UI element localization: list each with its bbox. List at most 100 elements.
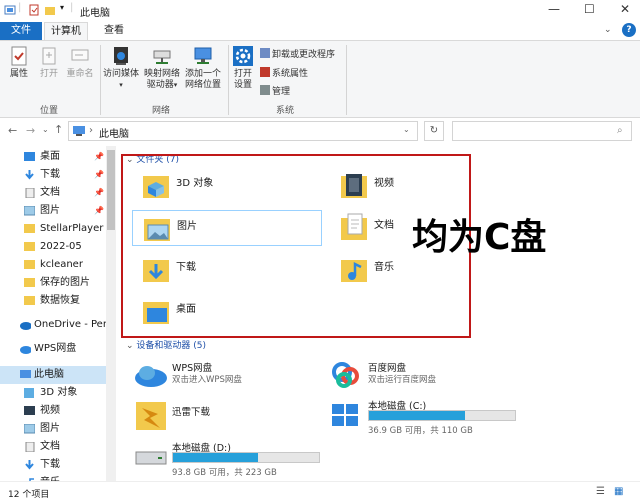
tab-view[interactable]: 查看 xyxy=(94,22,134,40)
group-system-label: 系统 xyxy=(276,106,295,116)
sidebar-item-stellarplayer[interactable]: StellarPlayer xyxy=(0,220,106,238)
sidebar-item-data-recovery[interactable]: 数据恢复 xyxy=(0,292,106,310)
search-icon: ⌕ xyxy=(617,125,623,136)
wps-drive[interactable]: WPS网盘 双击进入WPS网盘 xyxy=(134,360,334,396)
rename-button[interactable]: 重命名 xyxy=(64,45,96,80)
window-title: 此电脑 xyxy=(80,8,110,19)
pin-icon: 📌 xyxy=(94,188,104,197)
sidebar-item-this-pc[interactable]: 此电脑 xyxy=(0,366,106,384)
xunlei-icon xyxy=(136,402,166,430)
sidebar-item-videos[interactable]: 视频 xyxy=(0,402,106,420)
system-properties-button[interactable]: 系统属性 xyxy=(260,66,308,79)
drive-c-usage-fill xyxy=(369,411,466,420)
folder-icon xyxy=(24,260,35,269)
video-icon xyxy=(24,406,35,415)
pin-icon: 📌 xyxy=(94,170,104,179)
ribbon-divider xyxy=(100,45,101,115)
sidebar-item-documents[interactable]: 文档 📌 xyxy=(0,184,106,202)
xunlei-drive[interactable]: 迅雷下载 xyxy=(134,398,334,434)
quick-access-dropdown-icon[interactable]: ▾ xyxy=(60,3,64,12)
back-icon[interactable]: ← xyxy=(8,124,17,137)
sidebar-item-desktop[interactable]: 桌面 📌 xyxy=(0,148,106,166)
properties-button[interactable]: 属性 xyxy=(4,45,34,80)
search-input[interactable]: ⌕ xyxy=(452,121,632,141)
sidebar-item-music[interactable]: 音乐 xyxy=(0,474,106,481)
sidebar-item-pictures[interactable]: 图片 📌 xyxy=(0,202,106,220)
forward-icon[interactable]: → xyxy=(26,124,35,137)
access-media-button[interactable]: 访问媒体 ▾ xyxy=(102,45,140,91)
properties-quick-icon[interactable] xyxy=(28,4,40,16)
sidebar-item-wps[interactable]: WPS网盘 xyxy=(0,340,106,358)
open-icon xyxy=(42,47,56,65)
sidebar-item-onedrive[interactable]: OneDrive - Perso xyxy=(0,316,106,334)
sidebar-item-downloads[interactable]: 下载 📌 xyxy=(0,166,106,184)
baidu-netdisk-icon xyxy=(332,362,359,388)
details-view-icon[interactable]: ☰ xyxy=(596,486,605,497)
status-bar: 12 个项目 ☰ ▦ xyxy=(0,481,640,503)
help-icon[interactable]: ? xyxy=(622,23,636,37)
drive-d-usage-fill xyxy=(173,453,258,462)
tab-computer[interactable]: 计算机 xyxy=(44,22,88,40)
ribbon-collapse-icon[interactable]: ⌄ xyxy=(604,25,612,35)
refresh-button[interactable]: ↻ xyxy=(424,121,444,141)
download-icon xyxy=(25,170,34,180)
tab-file[interactable]: 文件 xyxy=(0,22,42,40)
maximize-button[interactable]: ☐ xyxy=(584,2,595,16)
network-location-icon xyxy=(194,47,212,64)
recent-dropdown-icon[interactable]: ⌄ xyxy=(42,125,49,134)
manage-button[interactable]: 管理 xyxy=(260,84,290,97)
cloud-icon xyxy=(20,322,31,330)
scrollbar-thumb[interactable] xyxy=(107,150,115,230)
map-drive-button[interactable]: 映射网络 驱动器▾ xyxy=(142,45,182,91)
sidebar-item-pictures-pc[interactable]: 图片 xyxy=(0,420,106,438)
close-button[interactable]: ✕ xyxy=(620,2,630,16)
sidebar-item-2022-05[interactable]: 2022-05 xyxy=(0,238,106,256)
hard-drive-icon xyxy=(135,451,167,465)
picture-icon xyxy=(24,206,35,216)
rename-icon xyxy=(71,49,89,61)
devices-section-header[interactable]: ⌄ 设备和驱动器 (5) xyxy=(126,338,206,351)
computer-icon xyxy=(20,370,31,378)
add-network-location-button[interactable]: 添加一个 网络位置 xyxy=(182,45,224,91)
minimize-button[interactable]: — xyxy=(548,2,560,16)
folder-icon xyxy=(24,224,35,233)
app-icon xyxy=(4,4,16,16)
drive-d-usage-bar xyxy=(172,452,320,463)
sidebar-item-saved-pictures[interactable]: 保存的图片 xyxy=(0,274,106,292)
folder-icon xyxy=(24,296,35,305)
wps-cloud-icon xyxy=(20,346,31,354)
up-icon[interactable]: ↑ xyxy=(54,123,63,136)
download-icon xyxy=(25,460,34,470)
drive-c[interactable]: 本地磁盘 (C:) 36.9 GB 可用，共 110 GB xyxy=(330,398,530,436)
address-dropdown-icon[interactable]: ⌄ xyxy=(403,125,410,134)
folder-icon xyxy=(24,278,35,287)
sidebar-item-kcleaner[interactable]: kcleaner xyxy=(0,256,106,274)
title-bar: | ▾ | 此电脑 — ☐ ✕ xyxy=(0,0,640,22)
address-bar[interactable]: › 此电脑 ⌄ xyxy=(68,121,418,141)
pin-icon: 📌 xyxy=(94,152,104,161)
folder-icon xyxy=(24,242,35,251)
document-icon xyxy=(25,442,35,452)
ribbon-tabs: 文件 计算机 查看 ⌄ ? xyxy=(0,22,640,40)
sidebar-item-documents-pc[interactable]: 文档 xyxy=(0,438,106,456)
ribbon-divider xyxy=(228,45,229,115)
large-icons-view-icon[interactable]: ▦ xyxy=(614,486,623,497)
new-folder-quick-icon[interactable] xyxy=(44,4,56,16)
sidebar-item-downloads-pc[interactable]: 下载 xyxy=(0,456,106,474)
drive-c-usage-bar xyxy=(368,410,516,421)
open-button[interactable]: 打开 xyxy=(36,45,62,80)
baidu-drive[interactable]: 百度网盘 双击运行百度网盘 xyxy=(330,360,530,396)
document-icon xyxy=(25,188,35,198)
drive-d[interactable]: 本地磁盘 (D:) 93.8 GB 可用，共 223 GB xyxy=(134,440,334,478)
breadcrumb[interactable]: 此电脑 xyxy=(99,125,129,140)
nav-scrollbar[interactable] xyxy=(106,146,116,481)
ribbon-divider xyxy=(346,45,347,115)
windows-drive-icon xyxy=(332,404,358,426)
uninstall-program-button[interactable]: 卸载或更改程序 xyxy=(260,47,335,60)
navigation-pane: 桌面 📌 下载 📌 文档 📌 图片 📌 StellarPlayer 2022-05 kc… xyxy=(0,146,106,481)
open-settings-button[interactable]: 打开 设置 xyxy=(230,45,256,91)
gear-icon xyxy=(233,46,253,66)
group-location-label: 位置 xyxy=(40,106,59,116)
breadcrumb-sep-icon: › xyxy=(89,125,93,136)
sidebar-item-3d-objects[interactable]: 3D 对象 xyxy=(0,384,106,402)
